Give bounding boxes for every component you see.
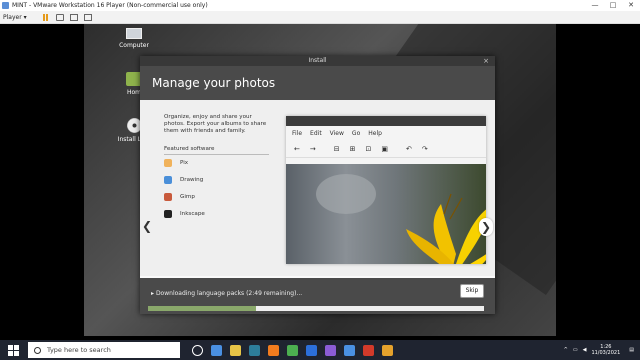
software-name: Pix: [180, 160, 189, 166]
notifications-icon[interactable]: ▤: [629, 347, 634, 353]
taskbar-app-icon[interactable]: [230, 344, 241, 356]
desktop-icon-computer[interactable]: Computer: [104, 28, 164, 49]
system-tray: ^ ▭ ◀ 1:26 11/03/2021 ▤: [564, 340, 634, 360]
screenshot-toolbar: ← → ⊟ ⊞ ⊡ ▣ ↶ ↷: [286, 140, 486, 158]
lily-photo: [286, 164, 486, 264]
close-button[interactable]: ✕: [622, 0, 640, 11]
rotate-right-icon: ↷: [421, 144, 428, 153]
vmware-icon: [2, 2, 9, 9]
software-name: Drawing: [180, 177, 204, 183]
fullscreen-icon[interactable]: [69, 13, 78, 21]
window-controls: — □ ✕: [586, 0, 640, 11]
player-menu-label: Player: [3, 13, 22, 21]
installer-window: Install × Manage your photos Organize, e…: [140, 56, 495, 314]
lily-flower: [406, 193, 486, 264]
clock[interactable]: 1:26 11/03/2021: [591, 344, 620, 356]
search-icon: [34, 346, 41, 354]
pause-icon[interactable]: [42, 13, 48, 21]
computer-icon: [126, 28, 142, 39]
zoom-out-icon: ⊟: [333, 144, 340, 153]
progress-fill: [148, 306, 256, 311]
status-text: ▸ Downloading language packs (2:49 remai…: [151, 290, 302, 297]
taskbar-apps: [192, 344, 393, 356]
zoom-in-icon: ⊞: [349, 144, 356, 153]
forward-arrow-icon: →: [309, 144, 316, 153]
chevron-down-icon: ▾: [23, 13, 27, 21]
taskbar-app-icon[interactable]: [192, 344, 203, 356]
taskbar-app-icon[interactable]: [325, 344, 336, 356]
skip-button[interactable]: Skip: [460, 284, 484, 298]
menu-go: Go: [351, 129, 361, 137]
taskbar-app-icon[interactable]: [363, 344, 374, 356]
windows-taskbar: Type here to search ^ ▭ ◀ 1:26 11/03/202…: [0, 340, 640, 360]
network-icon[interactable]: ▭: [573, 347, 578, 353]
chevron-up-icon[interactable]: ^: [564, 347, 568, 353]
fullscreen-icon: ▣: [381, 144, 388, 153]
taskbar-app-icon[interactable]: [249, 344, 260, 356]
search-placeholder: Type here to search: [47, 346, 111, 354]
desktop-icon-label: Computer: [119, 42, 149, 49]
installer-close-button[interactable]: ×: [483, 56, 489, 66]
player-menu[interactable]: Player ▾: [3, 14, 27, 21]
menu-file: File: [292, 129, 303, 137]
installer-title: Install: [308, 57, 327, 64]
vm-toolbar: Player ▾: [0, 11, 640, 24]
send-ctrl-alt-del-icon[interactable]: [55, 13, 64, 21]
clock-date: 11/03/2021: [591, 350, 621, 356]
progress-bar: [148, 306, 484, 311]
menu-view: View: [329, 129, 344, 137]
taskbar-app-icon[interactable]: [306, 344, 317, 356]
slideshow: Organize, enjoy and share your photos. E…: [140, 100, 495, 276]
software-item-inkscape: Inkscape: [164, 207, 264, 221]
taskbar-app-icon[interactable]: [344, 344, 355, 356]
back-arrow-icon: ←: [294, 144, 300, 153]
vm-window-title: MINT - VMware Workstation 16 Player (Non…: [12, 2, 208, 9]
start-button[interactable]: [6, 343, 20, 357]
screenshot-menubar: File Edit View Go Help: [286, 126, 486, 140]
minimize-button[interactable]: —: [586, 0, 604, 11]
gimp-icon: [164, 193, 172, 201]
software-item-drawing: Drawing: [164, 173, 264, 187]
search-box[interactable]: Type here to search: [28, 342, 180, 358]
taskbar-app-icon[interactable]: [268, 344, 279, 356]
progress-panel: ▸ Downloading language packs (2:49 remai…: [140, 278, 495, 314]
slide-heading: Manage your photos: [140, 66, 495, 100]
rotate-left-icon: ↶: [406, 144, 412, 153]
software-item-pix: Pix: [164, 156, 264, 170]
drawing-icon: [164, 176, 172, 184]
desktop-icon-label: Hom: [126, 89, 142, 96]
screenshot-titlebar: [286, 116, 486, 126]
menu-help: Help: [368, 129, 382, 137]
status-message: Downloading language packs (2:49 remaini…: [155, 290, 303, 297]
taskbar-app-icon[interactable]: [287, 344, 298, 356]
next-slide-button[interactable]: ❯: [479, 218, 493, 236]
photo-bokeh: [316, 174, 376, 214]
vm-titlebar: MINT - VMware Workstation 16 Player (Non…: [0, 0, 640, 11]
unity-icon[interactable]: [83, 13, 92, 21]
previous-slide-button[interactable]: ❮: [142, 218, 152, 234]
software-item-gimp: Gimp: [164, 190, 264, 204]
software-name: Inkscape: [180, 211, 205, 217]
zoom-fit-icon: ⊡: [365, 144, 372, 153]
volume-icon[interactable]: ◀: [583, 347, 587, 353]
menu-edit: Edit: [310, 129, 322, 137]
pix-icon: [164, 159, 172, 167]
expand-details-icon[interactable]: ▸: [151, 290, 154, 297]
software-name: Gimp: [180, 194, 195, 200]
installer-titlebar[interactable]: Install ×: [140, 56, 495, 66]
taskbar-app-icon[interactable]: [382, 344, 393, 356]
app-screenshot: File Edit View Go Help ← → ⊟ ⊞ ⊡ ▣ ↶ ↷: [286, 116, 486, 264]
maximize-button[interactable]: □: [604, 0, 622, 11]
inkscape-icon: [164, 210, 172, 218]
featured-software-label: Featured software: [164, 146, 269, 155]
taskbar-app-icon[interactable]: [211, 344, 222, 356]
slide-description: Organize, enjoy and share your photos. E…: [164, 114, 267, 134]
